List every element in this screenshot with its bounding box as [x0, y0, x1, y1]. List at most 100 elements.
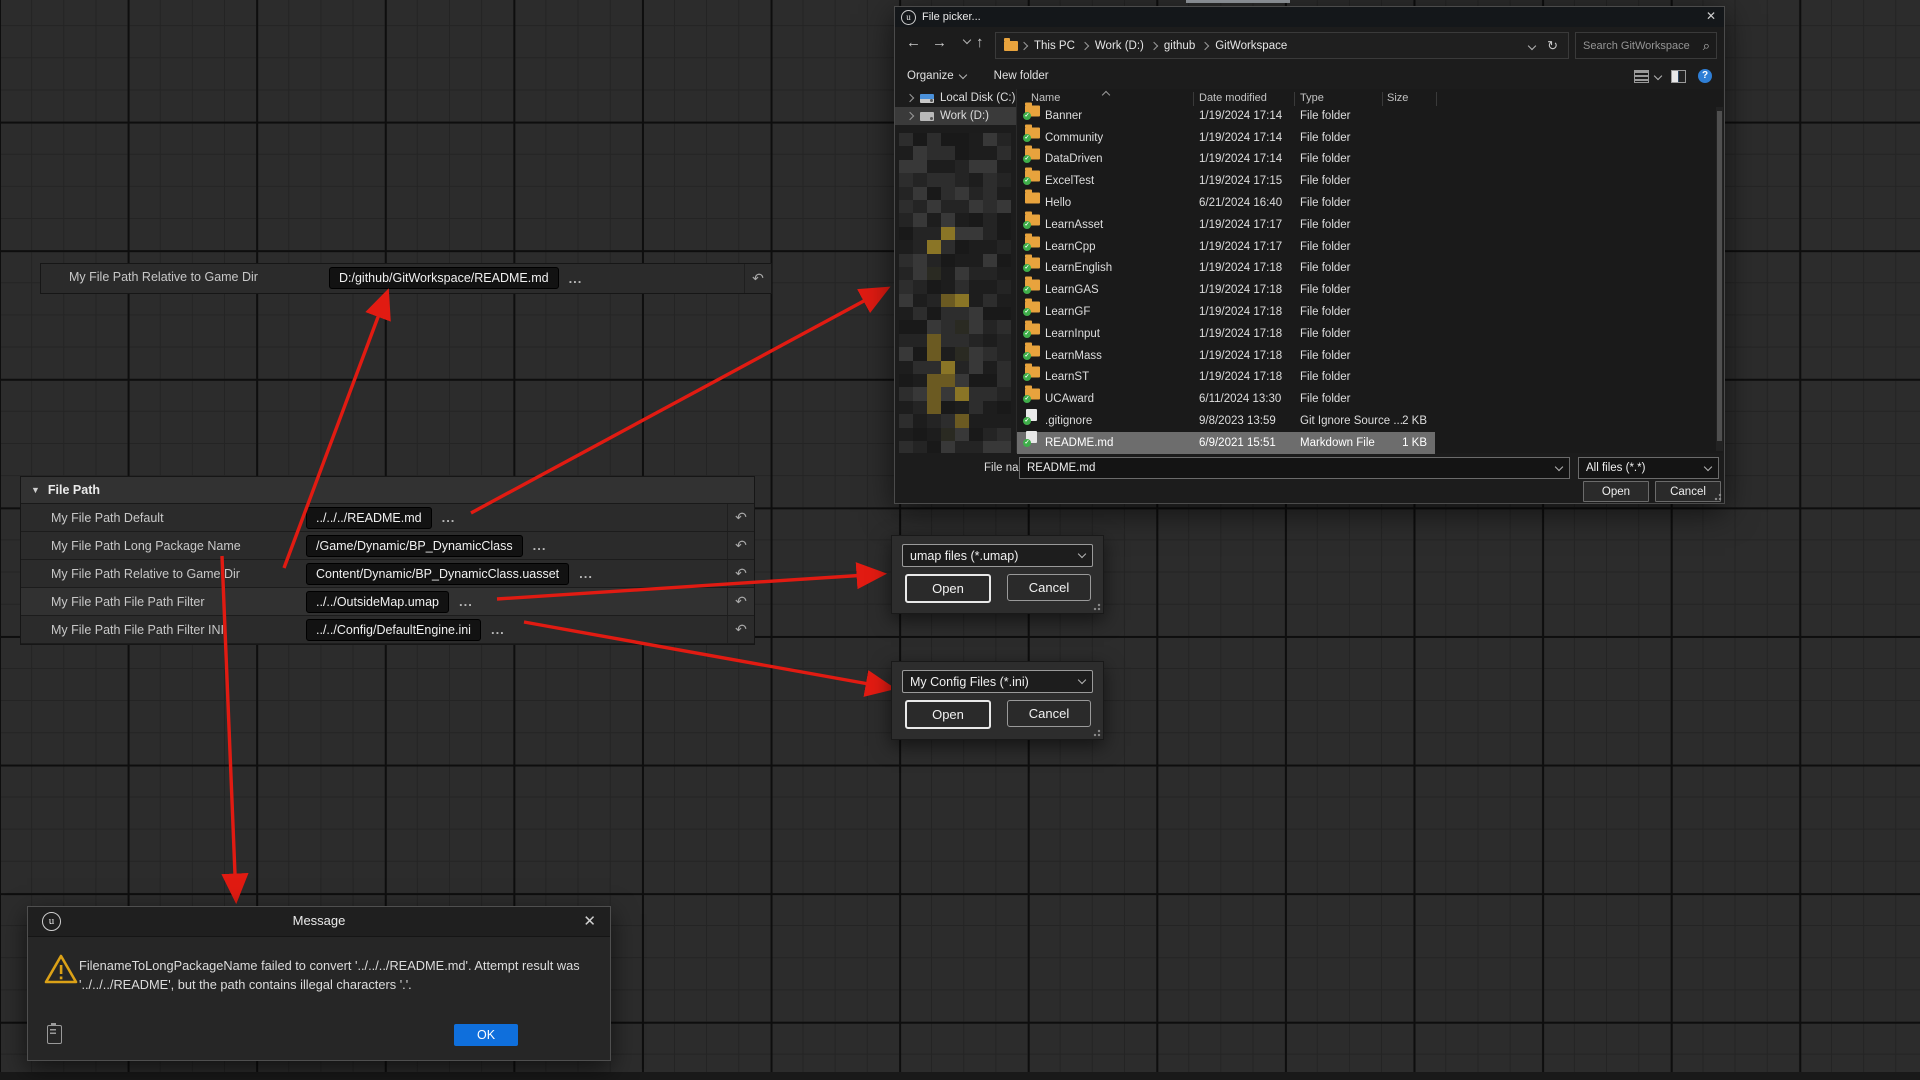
reset-to-default-button[interactable]: ↶ [727, 588, 754, 615]
view-options-chevron-icon[interactable] [1654, 72, 1662, 80]
sidebar-item-label: Local Disk (C:) [940, 92, 1015, 104]
file-type: File folder [1300, 393, 1351, 405]
open-button[interactable]: Open [1583, 481, 1649, 502]
breadcrumb-separator-icon [1150, 41, 1158, 49]
scrollbar-thumb[interactable] [1717, 111, 1722, 441]
file-row[interactable]: ✓LearnEnglish1/19/2024 17:18File folder [1017, 258, 1723, 280]
open-button[interactable]: Open [905, 574, 991, 603]
browse-button[interactable]: ... [442, 510, 456, 525]
resize-grip[interactable] [1093, 729, 1101, 737]
file-type-filter-combo[interactable]: umap files (*.umap) [902, 544, 1093, 567]
expand-chevron-icon[interactable] [906, 94, 914, 102]
file-row[interactable]: ✓LearnST1/19/2024 17:18File folder [1017, 367, 1723, 389]
file-row[interactable]: ✓README.md6/9/2021 15:51Markdown File1 K… [1017, 432, 1435, 454]
file-row[interactable]: ✓DataDriven1/19/2024 17:14File folder [1017, 149, 1723, 171]
resize-grip[interactable] [1714, 493, 1722, 501]
search-input[interactable]: Search GitWorkspace ⌕ [1575, 32, 1717, 59]
file-path-section: ▼ File Path My File Path Default ../../..… [20, 476, 755, 645]
file-row[interactable]: ✓LearnGF1/19/2024 17:18File folder [1017, 301, 1723, 323]
new-folder-button[interactable]: New folder [994, 70, 1049, 82]
refresh-icon[interactable]: ↻ [1547, 38, 1558, 54]
expand-chevron-icon[interactable] [906, 112, 914, 120]
back-icon[interactable]: ← [906, 34, 921, 51]
file-name: LearnEnglish [1045, 262, 1112, 274]
recent-locations-chevron-icon[interactable] [963, 36, 971, 44]
column-header-date[interactable]: Date modified [1199, 92, 1267, 104]
column-header-type[interactable]: Type [1300, 92, 1324, 104]
organize-button[interactable]: Organize [907, 70, 966, 82]
file-picker-titlebar[interactable]: u File picker... ✕ [895, 7, 1724, 27]
message-titlebar[interactable]: u Message ✕ [28, 907, 610, 937]
file-row[interactable]: ✓LearnInput1/19/2024 17:18File folder [1017, 323, 1723, 345]
help-icon[interactable]: ? [1698, 69, 1712, 83]
sidebar-item-work-d[interactable]: Work (D:) [895, 107, 1016, 125]
reset-icon: ↶ [735, 509, 747, 526]
address-bar[interactable]: This PC Work (D:) github GitWorkspace ↻ [995, 32, 1569, 59]
property-label: My File Path File Path Filter INI [51, 623, 224, 637]
cancel-button[interactable]: Cancel [1655, 481, 1721, 502]
address-dropdown-chevron-icon[interactable] [1528, 41, 1536, 49]
reset-to-default-button[interactable]: ↶ [727, 616, 754, 643]
property-value-field[interactable]: ../../OutsideMap.umap [306, 591, 449, 613]
cancel-button[interactable]: Cancel [1007, 574, 1091, 601]
file-row[interactable]: ✓Community1/19/2024 17:14File folder [1017, 127, 1723, 149]
file-date: 1/19/2024 17:17 [1199, 241, 1282, 253]
pixelated-tree-area [899, 133, 1011, 453]
reset-to-default-button[interactable]: ↶ [727, 504, 754, 531]
reset-to-default-button[interactable]: ↶ [744, 264, 771, 293]
browse-button[interactable]: ... [491, 622, 505, 637]
up-icon[interactable]: ↑ [976, 34, 984, 51]
browse-button[interactable]: ... [579, 566, 593, 581]
ini-file-dialog-popup: My Config Files (*.ini) Open Cancel [891, 661, 1104, 740]
file-row[interactable]: Hello6/21/2024 16:40File folder [1017, 192, 1723, 214]
reset-to-default-button[interactable]: ↶ [727, 532, 754, 559]
property-value-field[interactable]: D:/github/GitWorkspace/README.md [329, 267, 559, 289]
reset-to-default-button[interactable]: ↶ [727, 560, 754, 587]
property-value-field[interactable]: Content/Dynamic/BP_DynamicClass.uasset [306, 563, 569, 585]
column-header-size[interactable]: Size [1387, 92, 1408, 104]
browse-button[interactable]: ... [569, 271, 583, 286]
close-icon[interactable]: ✕ [1706, 9, 1716, 23]
copy-to-clipboard-icon[interactable] [47, 1025, 62, 1044]
file-row[interactable]: ✓LearnMass1/19/2024 17:18File folder [1017, 345, 1723, 367]
change-view-icon[interactable] [1634, 70, 1649, 83]
property-label: My File Path Default [51, 511, 164, 525]
column-header-name[interactable]: Name [1031, 92, 1060, 104]
file-date: 6/9/2021 15:51 [1199, 437, 1276, 449]
breadcrumb-item[interactable]: GitWorkspace [1215, 40, 1287, 52]
open-button[interactable]: Open [905, 700, 991, 729]
close-icon[interactable]: ✕ [583, 912, 596, 930]
forward-icon[interactable]: → [932, 34, 947, 51]
property-value-field[interactable]: ../../Config/DefaultEngine.ini [306, 619, 481, 641]
git-status-icon: ✓ [1023, 352, 1031, 360]
breadcrumb-item[interactable]: Work (D:) [1095, 40, 1144, 52]
breadcrumb-item[interactable]: github [1164, 40, 1195, 52]
file-row[interactable]: ✓LearnCpp1/19/2024 17:17File folder [1017, 236, 1723, 258]
file-type-combo[interactable]: All files (*.*) [1578, 457, 1719, 479]
browse-button[interactable]: ... [459, 594, 473, 609]
sidebar-item-local-disk-c[interactable]: Local Disk (C:) [895, 89, 1016, 107]
scrollbar[interactable] [1716, 107, 1723, 451]
file-name-combo[interactable]: README.md [1019, 457, 1570, 479]
property-value-field[interactable]: /Game/Dynamic/BP_DynamicClass [306, 535, 523, 557]
folder-icon: ✓ [1025, 110, 1040, 122]
file-row[interactable]: ✓.gitignore9/8/2023 13:59Git Ignore Sour… [1017, 410, 1723, 432]
file-row[interactable]: ✓LearnGAS1/19/2024 17:18File folder [1017, 279, 1723, 301]
file-picker-title: File picker... [922, 11, 981, 23]
file-type-filter-combo[interactable]: My Config Files (*.ini) [902, 670, 1093, 693]
ok-button[interactable]: OK [454, 1024, 518, 1046]
category-header[interactable]: ▼ File Path [21, 477, 754, 504]
collapse-triangle-icon: ▼ [31, 485, 40, 495]
folder-icon: ✓ [1025, 350, 1040, 362]
file-row[interactable]: ✓Banner1/19/2024 17:14File folder [1017, 105, 1723, 127]
file-row[interactable]: ✓LearnAsset1/19/2024 17:17File folder [1017, 214, 1723, 236]
file-row[interactable]: ✓ExcelTest1/19/2024 17:15File folder [1017, 170, 1723, 192]
cancel-button[interactable]: Cancel [1007, 700, 1091, 727]
git-status-icon: ✓ [1023, 221, 1031, 229]
property-value-field[interactable]: ../../../README.md [306, 507, 432, 529]
resize-grip[interactable] [1093, 603, 1101, 611]
file-row[interactable]: ✓UCAward6/11/2024 13:30File folder [1017, 388, 1723, 410]
browse-button[interactable]: ... [533, 538, 547, 553]
breadcrumb-item[interactable]: This PC [1034, 40, 1075, 52]
preview-pane-icon[interactable] [1671, 70, 1686, 83]
